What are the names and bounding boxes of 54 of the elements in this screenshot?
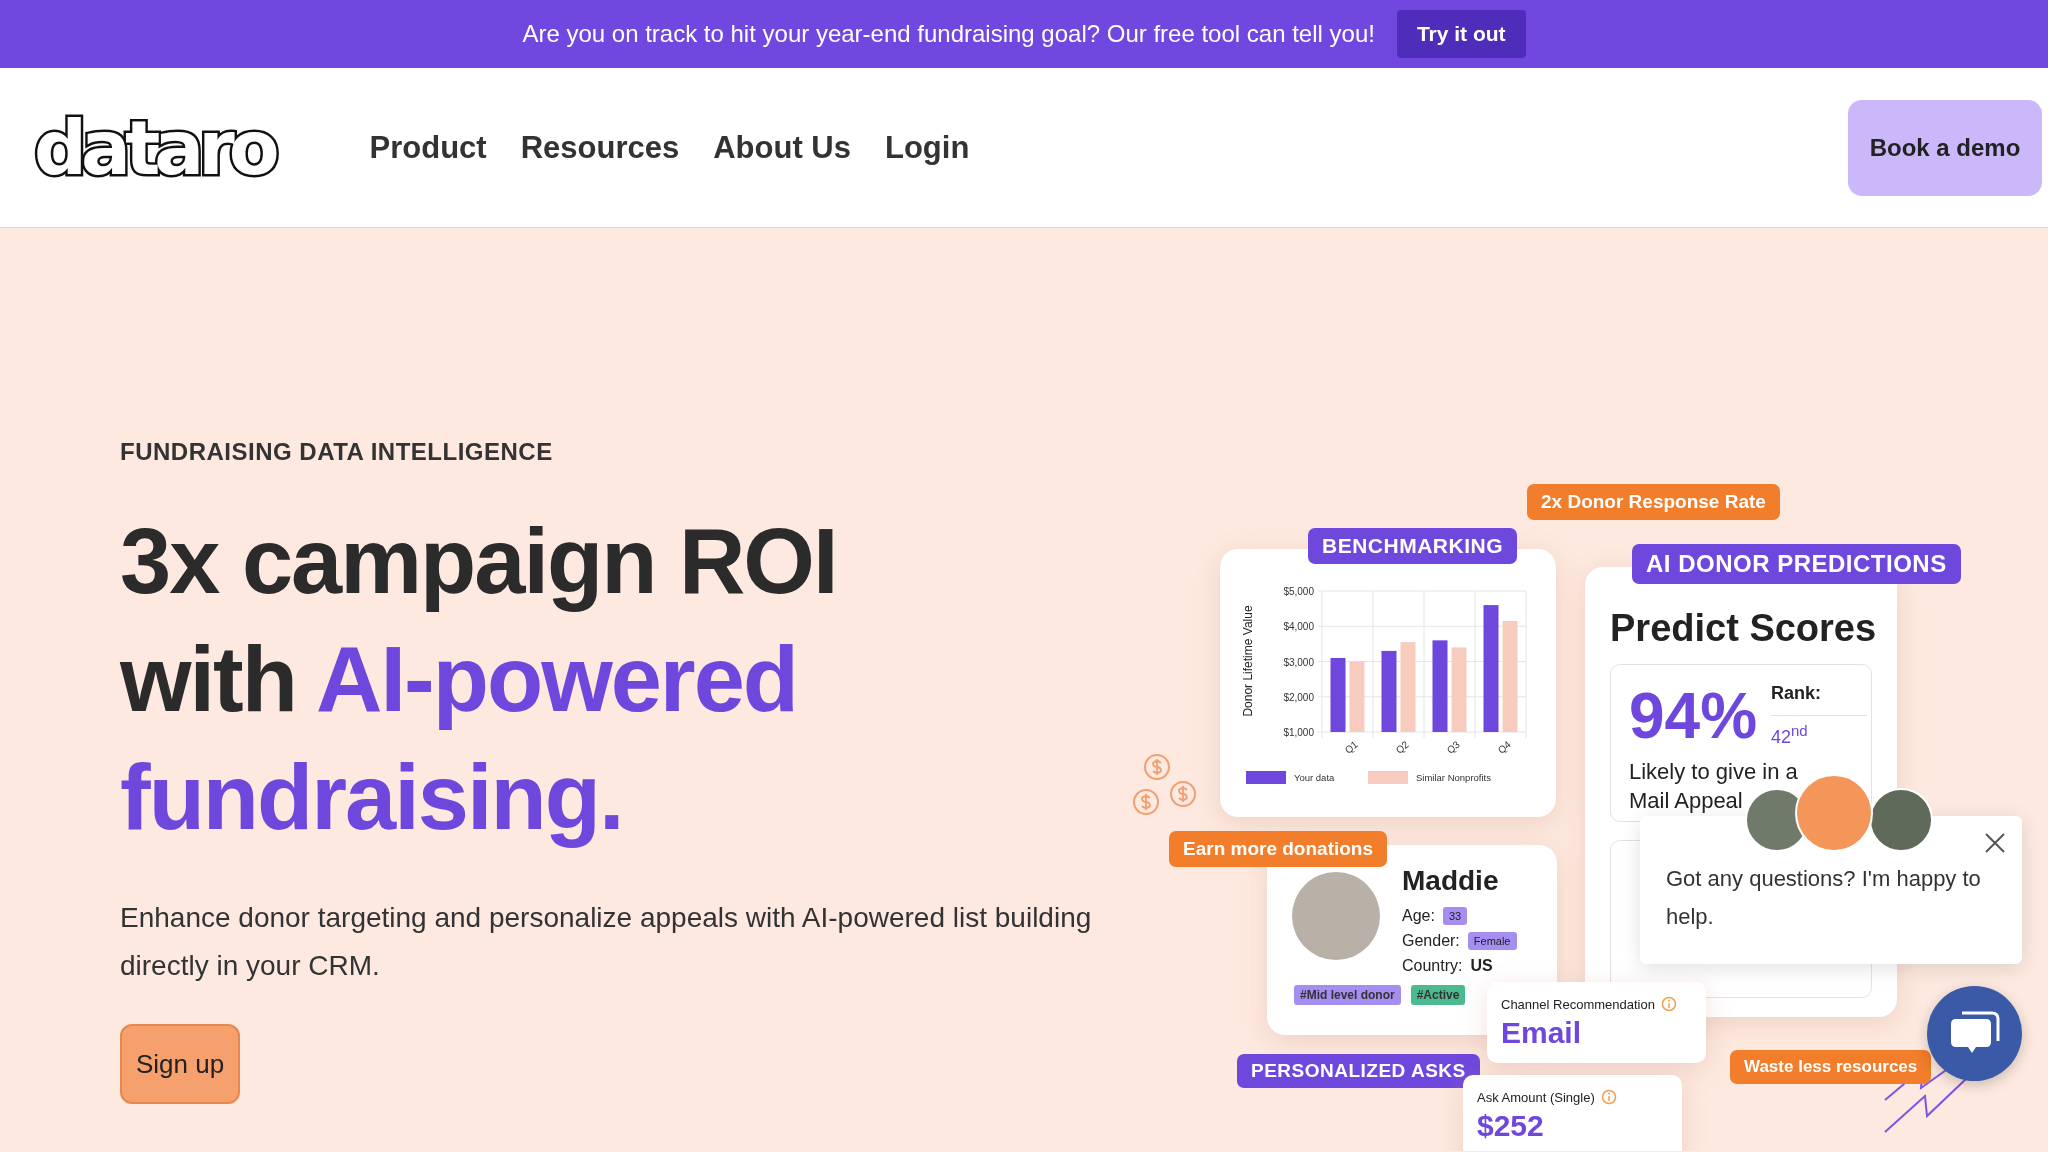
legend-label: Similar Nonprofits <box>1416 772 1491 783</box>
x-tick-label: Q2 <box>1393 738 1411 756</box>
field-value: US <box>1470 956 1493 976</box>
y-tick-label: $5,000 <box>1283 586 1314 597</box>
ask-value: $252 <box>1477 1109 1545 1143</box>
y-axis-title: Donor Lifetime Value <box>1241 605 1255 717</box>
hero-headline: 3x campaign ROI with AI-powered fundraising. <box>120 509 838 850</box>
chat-message: Got any questions? I'm happy to help. <box>1666 865 1982 931</box>
section-badge: PERSONALIZED ASKS <box>1237 1054 1480 1088</box>
nav-link[interactable]: Login <box>885 129 970 166</box>
field-chip: Female <box>1467 931 1517 950</box>
book-demo-button[interactable]: Book a demo <box>1848 99 2042 196</box>
field-label: Country: <box>1402 956 1463 976</box>
nav-link[interactable]: Resources <box>520 129 680 166</box>
rank-value: 42$^{nd}$ <box>1771 715 1867 748</box>
x-tick-label: Q4 <box>1495 738 1513 756</box>
y-tick-label: $4,000 <box>1283 621 1314 633</box>
nav-link[interactable]: About Us <box>713 129 851 166</box>
try-it-out-button[interactable]: Try it out <box>1396 10 1526 58</box>
sign-up-button[interactable]: Sign up <box>120 1024 240 1104</box>
highlight-badge: Earn more donations <box>1169 831 1388 867</box>
field-label: Gender: <box>1402 931 1460 951</box>
announcement-text: Are you on track to hit your year-end fundraising goal? Our free tool can tell you! <box>522 20 1375 48</box>
y-tick-label: $2,000 <box>1283 691 1314 703</box>
nav-link[interactable]: Product <box>369 129 487 166</box>
donor-tag: #Mid level donor <box>1294 985 1401 1005</box>
info-icon <box>1600 1089 1617 1105</box>
bar <box>1349 661 1365 732</box>
highlight-badge: Waste less resources <box>1730 1050 1932 1084</box>
field-label: Age: <box>1402 906 1435 926</box>
info-icon <box>1660 996 1677 1012</box>
score-description: Likely to give in a Mail Appeal <box>1629 758 1799 815</box>
legend-swatch <box>1368 771 1408 784</box>
hero-description: Enhance donor targeting and personalize appeals with AI-powered list building directly in your CRM. <box>120 901 1093 983</box>
score-value: 94% <box>1629 679 1758 753</box>
channel-value: Email <box>1501 1016 1583 1050</box>
card-label: Channel Recommendation <box>1501 996 1655 1012</box>
section-eyebrow: FUNDRAISING DATA INTELLIGENCE <box>120 438 554 466</box>
highlight-badge: 2x Donor Response Rate <box>1527 484 1780 520</box>
section-badge: BENCHMARKING <box>1308 528 1517 564</box>
donor-tag: #Active <box>1410 985 1466 1005</box>
card-title: Predict Scores <box>1610 607 1878 650</box>
donor-name: Maddie <box>1402 865 1500 897</box>
y-tick-label: $1,000 <box>1283 727 1314 738</box>
field-chip: 33 <box>1442 906 1468 925</box>
card-label: Ask Amount (Single) <box>1477 1089 1595 1105</box>
legend-swatch <box>1246 771 1286 784</box>
section-badge: AI DONOR PREDICTIONS <box>1632 544 1961 584</box>
chat-button[interactable] <box>1927 986 2022 1081</box>
rank-label: Rank: <box>1771 683 1821 704</box>
legend-label: Your data <box>1294 772 1335 783</box>
x-tick-label: Q3 <box>1444 738 1462 756</box>
x-tick-label: Q1 <box>1342 738 1360 756</box>
y-tick-label: $3,000 <box>1283 656 1314 668</box>
